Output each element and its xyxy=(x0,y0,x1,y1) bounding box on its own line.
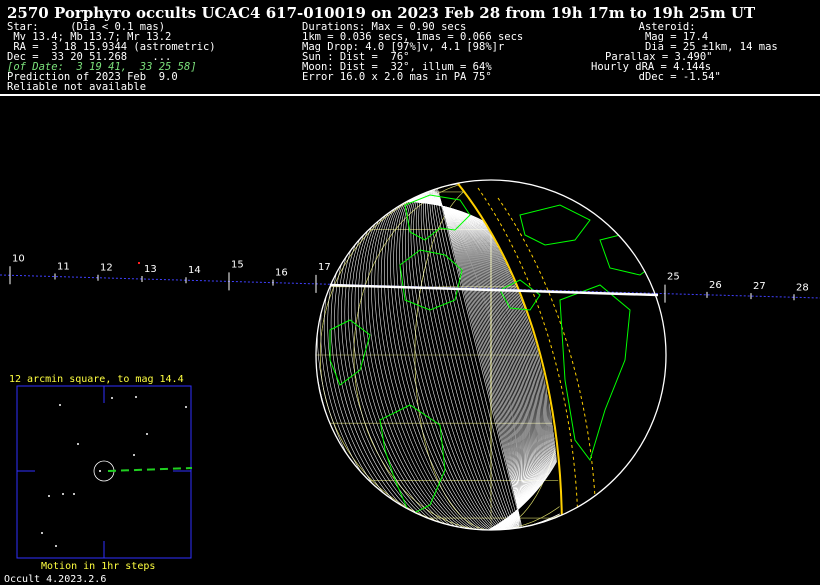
time-tick-label: 16 xyxy=(275,268,288,279)
star-chart-footer: Motion in 1hr steps xyxy=(41,561,156,572)
time-tick-label: 14 xyxy=(188,265,201,276)
star-chart xyxy=(16,385,193,559)
field-star xyxy=(77,443,79,445)
field-star xyxy=(135,396,137,398)
time-tick-label: 15 xyxy=(231,259,244,270)
field-star xyxy=(62,493,64,495)
time-tick-label: 26 xyxy=(709,280,722,291)
field-star xyxy=(55,545,57,547)
time-tick-label: 17 xyxy=(318,262,331,273)
time-tick-label: 11 xyxy=(57,262,70,273)
field-star xyxy=(185,406,187,408)
field-star xyxy=(41,532,43,534)
field-star xyxy=(146,433,148,435)
version-label: Occult 4.2023.2.6 xyxy=(4,574,107,585)
earth-globe xyxy=(315,179,667,531)
field-star xyxy=(133,454,135,456)
time-tick-label: 25 xyxy=(667,272,680,283)
time-tick-label: 13 xyxy=(144,264,157,275)
star-chart-caption: 12 arcmin square, to mag 14.4 xyxy=(9,374,184,385)
time-tick-label: 10 xyxy=(12,253,25,264)
field-star xyxy=(111,397,113,399)
occultation-diagram: 10 11 12 13 14 15 16 17 25 26 27 28 xyxy=(0,179,820,559)
time-tick-label: 27 xyxy=(753,281,766,292)
star-chart-frame xyxy=(16,385,192,559)
field-star xyxy=(73,493,75,495)
field-star xyxy=(99,470,101,472)
time-tick-label: 28 xyxy=(796,282,809,293)
coastline xyxy=(329,319,371,386)
time-tick-label: 12 xyxy=(100,263,113,274)
field-star xyxy=(48,495,50,497)
star-marker xyxy=(138,262,140,264)
field-star xyxy=(59,404,61,406)
